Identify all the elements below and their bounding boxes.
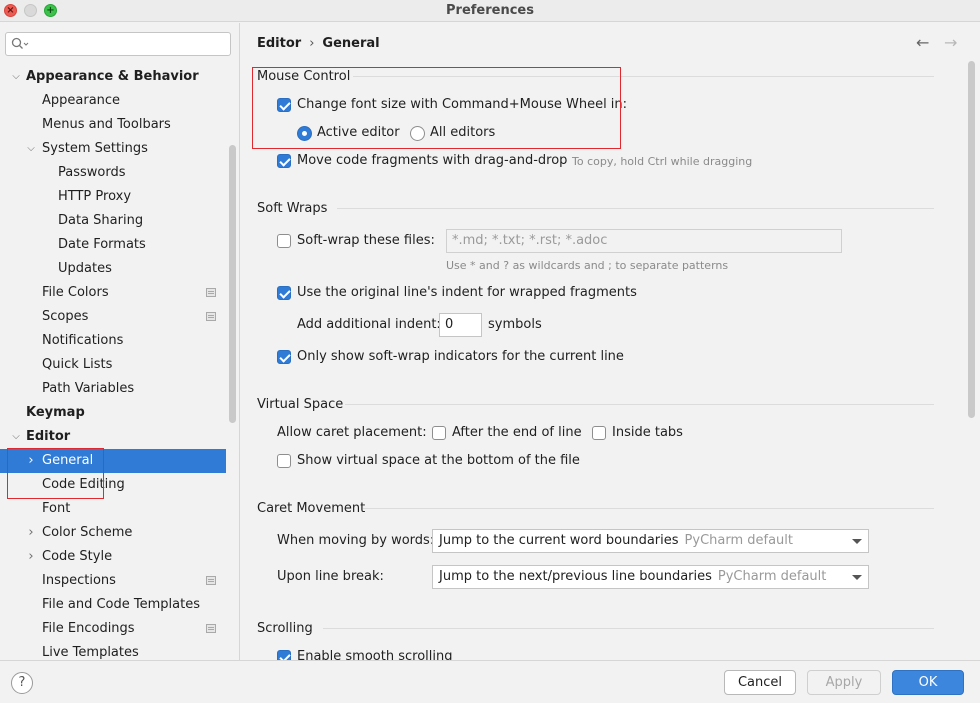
drag-drop-hint: To copy, hold Ctrl while dragging bbox=[572, 155, 753, 168]
settings-sidebar: ⌵ Appearance & Behavior Appearance Menus… bbox=[0, 23, 240, 660]
soft-wrap-files-checkbox[interactable] bbox=[277, 234, 291, 248]
symbols-label: symbols bbox=[488, 317, 542, 332]
chevron-down-icon: ⌵ bbox=[27, 143, 35, 154]
forward-arrow-icon[interactable]: → bbox=[944, 33, 957, 52]
section-divider bbox=[323, 628, 934, 629]
original-indent-checkbox[interactable] bbox=[277, 286, 291, 300]
section-divider bbox=[337, 208, 934, 209]
tree-item-notifications[interactable]: Notifications bbox=[0, 329, 226, 353]
additional-indent-input[interactable]: 0 bbox=[439, 313, 482, 337]
smooth-scrolling-checkbox[interactable] bbox=[277, 650, 291, 660]
apply-button[interactable]: Apply bbox=[807, 670, 881, 695]
highlight-box-editor-general bbox=[7, 448, 104, 499]
tree-item-updates[interactable]: Updates bbox=[0, 257, 226, 281]
window-title: Preferences bbox=[446, 3, 534, 18]
tree-item-code-style[interactable]: › Code Style bbox=[0, 545, 226, 569]
dropdown-arrow-icon bbox=[852, 575, 862, 580]
tree-item-data-sharing[interactable]: Data Sharing bbox=[0, 209, 226, 233]
additional-indent-label: Add additional indent: bbox=[297, 317, 441, 332]
breadcrumb: Editor › General bbox=[257, 36, 380, 51]
line-break-label: Upon line break: bbox=[277, 569, 384, 584]
sidebar-scrollbar[interactable] bbox=[229, 145, 236, 423]
breadcrumb-parent[interactable]: Editor bbox=[257, 36, 301, 51]
tree-item-font[interactable]: Font bbox=[0, 497, 226, 521]
tree-item-editor[interactable]: ⌵ Editor bbox=[0, 425, 226, 449]
content-scrollbar[interactable] bbox=[968, 61, 975, 418]
tree-item-file-colors[interactable]: File Colors bbox=[0, 281, 226, 305]
tree-item-file-code-templates[interactable]: File and Code Templates bbox=[0, 593, 226, 617]
project-level-icon bbox=[206, 312, 216, 321]
section-title-virtual-space: Virtual Space bbox=[257, 397, 344, 412]
line-break-dropdown[interactable]: Jump to the next/previous line boundarie… bbox=[432, 565, 869, 589]
tree-item-passwords[interactable]: Passwords bbox=[0, 161, 226, 185]
moving-by-words-label: When moving by words: bbox=[277, 533, 435, 548]
tree-item-quick-lists[interactable]: Quick Lists bbox=[0, 353, 226, 377]
back-arrow-icon[interactable]: ← bbox=[916, 33, 929, 52]
moving-by-words-dropdown[interactable]: Jump to the current word boundaries PyCha… bbox=[432, 529, 869, 553]
tree-item-live-templates[interactable]: Live Templates bbox=[0, 641, 226, 660]
settings-tree: ⌵ Appearance & Behavior Appearance Menus… bbox=[0, 65, 226, 660]
tree-item-keymap[interactable]: Keymap bbox=[0, 401, 226, 425]
chevron-right-icon: › bbox=[28, 525, 34, 540]
inside-tabs-checkbox[interactable] bbox=[592, 426, 606, 440]
tree-item-color-scheme[interactable]: › Color Scheme bbox=[0, 521, 226, 545]
tree-item-scopes[interactable]: Scopes bbox=[0, 305, 226, 329]
section-title-scrolling: Scrolling bbox=[257, 621, 313, 636]
search-icon bbox=[11, 37, 29, 49]
ok-button[interactable]: OK bbox=[892, 670, 964, 695]
tree-item-file-encodings[interactable]: File Encodings bbox=[0, 617, 226, 641]
breadcrumb-separator: › bbox=[309, 36, 315, 51]
breadcrumb-current: General bbox=[322, 36, 380, 51]
tree-item-date-formats[interactable]: Date Formats bbox=[0, 233, 226, 257]
section-title-caret-movement: Caret Movement bbox=[257, 501, 366, 516]
chevron-down-icon: ⌵ bbox=[12, 431, 20, 442]
chevron-right-icon: › bbox=[28, 549, 34, 564]
project-level-icon bbox=[206, 624, 216, 633]
tree-item-appearance-behavior[interactable]: ⌵ Appearance & Behavior bbox=[0, 65, 226, 89]
tree-item-path-variables[interactable]: Path Variables bbox=[0, 377, 226, 401]
soft-wrap-files-hint: Use * and ? as wildcards and ; to separa… bbox=[446, 259, 729, 272]
cancel-button[interactable]: Cancel bbox=[724, 670, 796, 695]
settings-content: Editor › General ← → Mouse Control Change … bbox=[241, 23, 980, 660]
section-divider bbox=[345, 404, 934, 405]
tree-item-system-settings[interactable]: ⌵ System Settings bbox=[0, 137, 226, 161]
dialog-footer: ? Cancel Apply OK bbox=[0, 660, 980, 703]
highlight-box-mouse-control bbox=[252, 67, 621, 149]
project-level-icon bbox=[206, 288, 216, 297]
tree-item-menus-toolbars[interactable]: Menus and Toolbars bbox=[0, 113, 226, 137]
dropdown-arrow-icon bbox=[852, 539, 862, 544]
tree-item-appearance[interactable]: Appearance bbox=[0, 89, 226, 113]
chevron-down-icon: ⌵ bbox=[12, 71, 20, 82]
title-bar: × + Preferences bbox=[0, 0, 980, 22]
section-title-soft-wraps: Soft Wraps bbox=[257, 201, 328, 216]
allow-caret-label: Allow caret placement: bbox=[277, 425, 427, 440]
soft-wrap-files-field[interactable]: *.md; *.txt; *.rst; *.adoc bbox=[446, 229, 842, 253]
help-button[interactable]: ? bbox=[11, 672, 33, 694]
drag-drop-checkbox[interactable] bbox=[277, 154, 291, 168]
project-level-icon bbox=[206, 576, 216, 585]
tree-item-http-proxy[interactable]: HTTP Proxy bbox=[0, 185, 226, 209]
settings-search-input[interactable] bbox=[5, 32, 231, 56]
after-end-checkbox[interactable] bbox=[432, 426, 446, 440]
tree-item-inspections[interactable]: Inspections bbox=[0, 569, 226, 593]
virtual-space-bottom-checkbox[interactable] bbox=[277, 454, 291, 468]
section-divider bbox=[363, 508, 934, 509]
soft-wrap-indicators-checkbox[interactable] bbox=[277, 350, 291, 364]
